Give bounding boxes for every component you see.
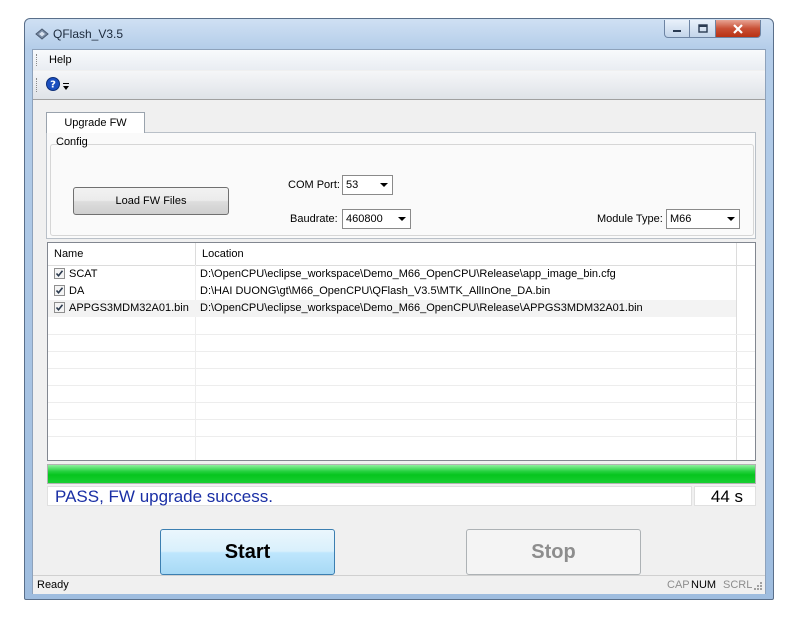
chevron-down-icon (727, 217, 735, 221)
svg-text:?: ? (50, 80, 56, 91)
checkmark-icon (55, 270, 64, 278)
app-window: QFlash_V3.5 Help ? Upgrade FW Config Loa… (24, 18, 774, 600)
row-checkbox[interactable] (54, 285, 65, 296)
checkmark-icon (55, 287, 64, 295)
chevron-down-icon (380, 183, 388, 187)
row-location: D:\HAI DUONG\gt\M66_OpenCPU\QFlash_V3.5\… (200, 285, 551, 297)
status-bar: Ready CAP NUM SCRL (33, 575, 765, 594)
stop-button[interactable]: Stop (466, 529, 641, 575)
row-location: D:\OpenCPU\eclipse_workspace\Demo_M66_Op… (200, 268, 616, 280)
baudrate-value: 460800 (346, 213, 383, 225)
status-bar-text: Ready (37, 579, 69, 591)
window-title: QFlash_V3.5 (53, 27, 124, 41)
start-button[interactable]: Start (160, 529, 335, 575)
list-item[interactable]: SCAT D:\OpenCPU\eclipse_workspace\Demo_M… (48, 266, 736, 283)
resize-grip-icon[interactable] (753, 581, 763, 591)
row-name: APPGS3MDM32A01.bin (69, 302, 189, 314)
module-type-select[interactable]: M66 (666, 209, 740, 229)
maximize-icon (697, 24, 708, 33)
menu-bar: Help (33, 50, 765, 70)
column-header-name[interactable]: Name (48, 243, 196, 265)
grid-line (48, 402, 755, 403)
title-bar[interactable]: QFlash_V3.5 (25, 19, 773, 49)
row-checkbox[interactable] (54, 302, 65, 313)
minimize-icon (673, 29, 681, 32)
scrl-indicator: SCRL (723, 579, 753, 591)
list-item[interactable]: APPGS3MDM32A01.bin D:\OpenCPU\eclipse_wo… (48, 300, 736, 317)
chevron-down-icon (398, 217, 406, 221)
help-question-icon[interactable]: ? (45, 76, 61, 92)
row-checkbox[interactable] (54, 268, 65, 279)
grid-line (48, 385, 755, 386)
menu-help[interactable]: Help (43, 53, 78, 67)
row-name: DA (69, 285, 85, 297)
menubar-grip[interactable] (36, 54, 39, 66)
grid-line (48, 419, 755, 420)
list-header: Name Location (48, 243, 755, 266)
module-type-value: M66 (670, 213, 692, 225)
com-port-select[interactable]: 53 (342, 175, 393, 195)
status-message: PASS, FW upgrade success. (55, 487, 273, 506)
row-name: SCAT (69, 268, 98, 280)
column-divider (736, 243, 737, 460)
com-port-label: COM Port: (288, 179, 340, 191)
config-group-label: Config (56, 136, 88, 148)
grid-line (48, 351, 755, 352)
close-icon (733, 23, 743, 34)
toolbar-grip[interactable] (36, 78, 39, 92)
grid-line (48, 334, 755, 335)
row-location: D:\OpenCPU\eclipse_workspace\Demo_M66_Op… (200, 302, 643, 314)
grid-line (48, 368, 755, 369)
checkmark-icon (55, 304, 64, 312)
module-type-label: Module Type: (597, 213, 663, 225)
tab-upgrade-fw[interactable]: Upgrade FW (46, 112, 145, 133)
list-item[interactable]: DA D:\HAI DUONG\gt\M66_OpenCPU\QFlash_V3… (48, 283, 736, 300)
maximize-button[interactable] (690, 20, 716, 38)
fw-file-list[interactable]: Name Location SCAT D:\OpenCPU\eclipse_wo… (47, 242, 756, 461)
num-indicator: NUM (691, 579, 717, 591)
load-fw-files-button[interactable]: Load FW Files (73, 187, 229, 215)
close-button[interactable] (716, 20, 761, 38)
elapsed-time: 44 s (694, 486, 756, 506)
com-port-value: 53 (346, 179, 359, 191)
minimize-button[interactable] (664, 20, 690, 38)
overflow-chevron-icon[interactable] (62, 82, 70, 92)
cap-indicator: CAP (667, 579, 690, 591)
client-area: Help ? Upgrade FW Config Load FW Files C… (32, 49, 766, 594)
column-header-location[interactable]: Location (196, 243, 737, 265)
baudrate-select[interactable]: 460800 (342, 209, 411, 229)
upgrade-progress-bar (47, 464, 756, 484)
grid-line (48, 436, 755, 437)
toolbar: ? (33, 71, 765, 100)
status-message-box: PASS, FW upgrade success. (47, 486, 692, 506)
baudrate-label: Baudrate: (290, 213, 338, 225)
app-logo-icon (35, 28, 49, 40)
progress-fill (48, 465, 755, 483)
